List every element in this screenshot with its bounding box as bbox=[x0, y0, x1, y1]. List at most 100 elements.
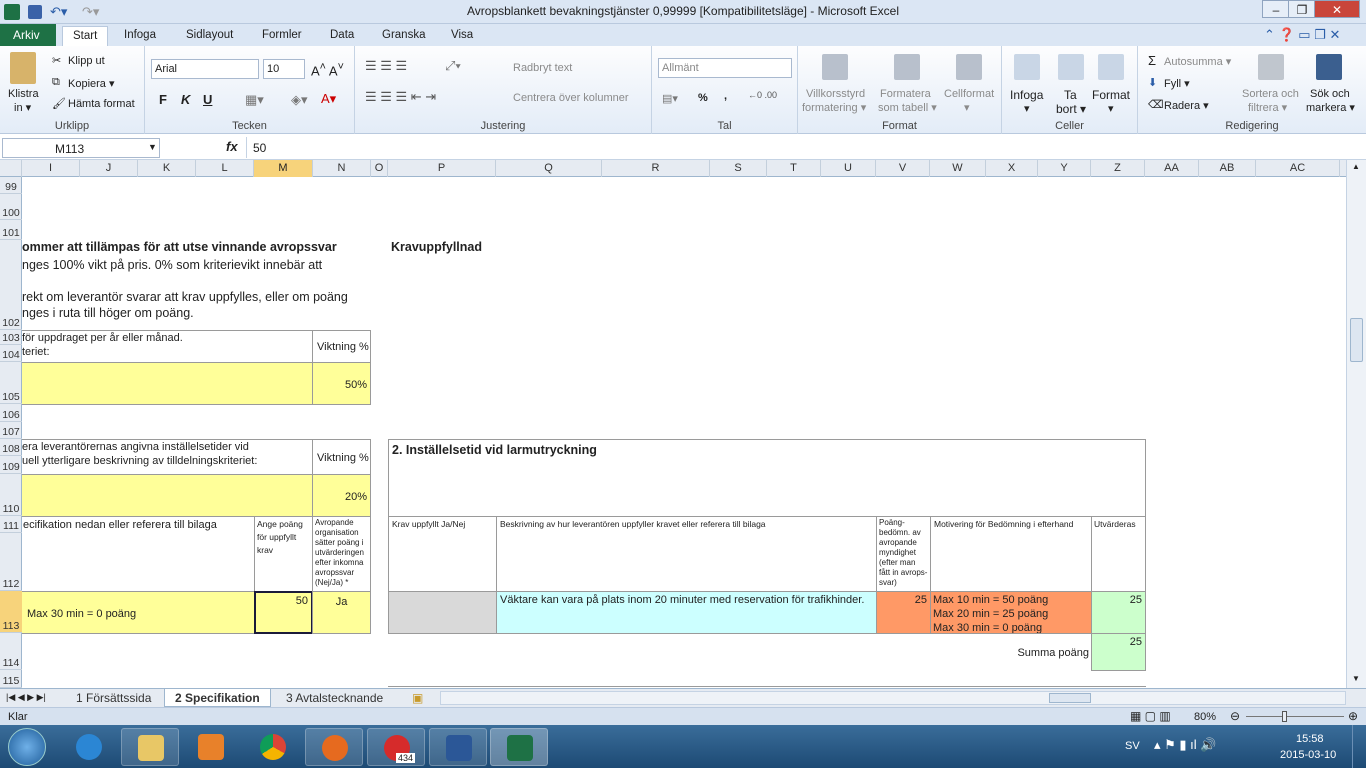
worksheet-grid[interactable]: ommer att tillämpas för att utse vinnand… bbox=[22, 177, 1346, 688]
insert-function-button[interactable]: fx bbox=[226, 139, 238, 154]
format-painter-button[interactable]: Hämta format bbox=[68, 98, 135, 110]
format-cells-button[interactable]: Format bbox=[1092, 88, 1130, 102]
column-header-AB[interactable]: AB bbox=[1199, 160, 1256, 177]
format-table-button[interactable]: Formatera bbox=[880, 88, 931, 100]
taskbar-ie[interactable] bbox=[60, 728, 118, 766]
formula-input[interactable]: 50 bbox=[246, 137, 1346, 158]
font-size-select[interactable]: 10 bbox=[263, 59, 305, 79]
cut-icon[interactable]: ✂ bbox=[52, 54, 61, 67]
cell-poang-bedomn[interactable]: Poäng-bedömn. av avropande myndighet (ef… bbox=[876, 516, 931, 592]
conditional-format-icon[interactable] bbox=[822, 54, 848, 80]
column-header-S[interactable]: S bbox=[710, 160, 767, 177]
decimal-icon[interactable]: ←0 .00 bbox=[748, 90, 777, 100]
row-header-115[interactable]: 115 bbox=[0, 670, 22, 688]
start-button[interactable] bbox=[8, 728, 46, 766]
format-painter-icon[interactable]: 🖌 bbox=[52, 97, 66, 110]
cell-styles-icon[interactable] bbox=[956, 54, 982, 80]
tab-visa[interactable]: Visa bbox=[441, 26, 483, 46]
row-header-100[interactable]: 100 bbox=[0, 194, 22, 220]
sheet-nav-icon[interactable]: |◀ ◀ ▶ ▶| bbox=[6, 692, 46, 703]
cell-styles-button[interactable]: Cellformat bbox=[944, 88, 994, 100]
row-header-103[interactable]: 103 bbox=[0, 330, 22, 345]
taskbar-media[interactable] bbox=[182, 728, 240, 766]
clock-date[interactable]: 2015-03-10 bbox=[1280, 749, 1336, 761]
cell-styles-dropdown[interactable]: ▾ bbox=[964, 101, 970, 114]
number-format-select[interactable]: Allmänt bbox=[658, 58, 792, 78]
grow-font-icon[interactable]: A˄ A˅ bbox=[311, 61, 344, 78]
delete-cells-icon[interactable] bbox=[1058, 54, 1084, 80]
row-header-105[interactable]: 105 bbox=[0, 362, 22, 404]
cell-input-2[interactable] bbox=[22, 474, 313, 517]
help-icon[interactable]: ⌃ ❓ ▭ ❐ ✕ bbox=[1264, 27, 1340, 43]
tab-infoga[interactable]: Infoga bbox=[114, 26, 166, 46]
fill-color-icon[interactable]: ◈▾ bbox=[291, 92, 308, 108]
column-header-P[interactable]: P bbox=[388, 160, 496, 177]
conditional-format-button[interactable]: Villkorsstyrd bbox=[806, 88, 865, 100]
vertical-scrollbar[interactable]: ▲ ▼ bbox=[1346, 160, 1366, 688]
copy-icon[interactable]: ⧉ bbox=[52, 76, 60, 89]
section-2-title[interactable]: 2. Inställelsetid vid larmutryckning bbox=[388, 439, 1146, 517]
cell-krav-uppfyllt[interactable]: Krav uppfyllt Ja/Nej bbox=[388, 516, 497, 592]
clear-button[interactable]: Radera ▾ bbox=[1164, 99, 1209, 112]
column-header-X[interactable]: X bbox=[986, 160, 1038, 177]
cell-m113-selected[interactable]: 50 bbox=[254, 591, 313, 634]
paste-icon[interactable] bbox=[10, 52, 36, 84]
cell-avropande-org[interactable]: Avropande organisation sätter poäng i ut… bbox=[312, 516, 371, 592]
sort-filter-button[interactable]: Sortera och bbox=[1242, 88, 1299, 100]
conditional-format-dropdown[interactable]: formatering ▾ bbox=[802, 101, 866, 114]
bold-button[interactable]: F bbox=[159, 92, 167, 107]
font-name-select[interactable]: Arial bbox=[151, 59, 259, 79]
row-header-111[interactable]: 111 bbox=[0, 516, 22, 533]
language-indicator[interactable]: SV bbox=[1125, 740, 1140, 752]
sort-filter-icon[interactable] bbox=[1258, 54, 1284, 80]
cell-heading[interactable]: ommer att tillämpas för att utse vinnand… bbox=[22, 240, 337, 254]
percent-button[interactable]: % bbox=[698, 92, 708, 104]
cell-q113[interactable]: Väktare kan vara på plats inom 20 minute… bbox=[496, 591, 877, 634]
name-box[interactable]: M113 bbox=[2, 138, 160, 158]
column-header-N[interactable]: N bbox=[313, 160, 371, 177]
taskbar-firefox[interactable] bbox=[305, 728, 363, 766]
sheet-tab-forsattssida[interactable]: 1 Försättssida bbox=[66, 689, 161, 707]
row-header-113[interactable]: 113 bbox=[0, 591, 22, 633]
clock-time[interactable]: 15:58 bbox=[1296, 733, 1324, 745]
fill-icon[interactable]: ⬇ bbox=[1148, 76, 1157, 89]
cell-text[interactable]: rekt om leverantör svarar att krav uppfy… bbox=[22, 290, 348, 304]
cell-beskrivning[interactable]: Beskrivning av hur leverantören uppfylle… bbox=[496, 516, 877, 592]
paste-button-dropdown[interactable]: in ▾ bbox=[14, 101, 31, 114]
cell-input-1[interactable] bbox=[22, 362, 313, 405]
cell-motivering[interactable]: Motivering för Bedömning i efterhand bbox=[930, 516, 1092, 592]
cell-spec-value[interactable]: Max 30 min = 0 poäng bbox=[22, 591, 255, 634]
column-header-L[interactable]: L bbox=[196, 160, 254, 177]
tab-sidlayout[interactable]: Sidlayout bbox=[176, 26, 243, 46]
row-header-107[interactable]: 107 bbox=[0, 422, 22, 439]
tab-formler[interactable]: Formler bbox=[252, 26, 312, 46]
cut-button[interactable]: Klipp ut bbox=[68, 55, 105, 67]
cell-p113[interactable] bbox=[388, 591, 497, 634]
cell-text[interactable]: nges 100% vikt på pris. 0% som kriteriev… bbox=[22, 258, 322, 272]
restore-button[interactable]: ❐ bbox=[1288, 0, 1316, 18]
horizontal-scrollbar-thumb[interactable] bbox=[1049, 693, 1091, 703]
delete-cells-button[interactable]: Ta bbox=[1064, 88, 1077, 102]
find-select-dropdown[interactable]: markera ▾ bbox=[1306, 101, 1355, 114]
format-cells-dropdown[interactable]: ▾ bbox=[1108, 102, 1114, 115]
format-table-icon[interactable] bbox=[894, 54, 920, 80]
insert-cells-dropdown[interactable]: ▾ bbox=[1024, 102, 1030, 115]
sheet-tab-specifikation[interactable]: 2 Specifikation bbox=[164, 689, 271, 707]
column-header-W[interactable]: W bbox=[930, 160, 986, 177]
column-header-O[interactable]: O bbox=[371, 160, 388, 177]
align-left-icon[interactable]: ☰ ☰ ☰ ⇤ ⇥ bbox=[365, 89, 436, 105]
insert-sheet-icon[interactable]: ▣ bbox=[412, 691, 423, 705]
row-header-101[interactable]: 101 bbox=[0, 220, 22, 240]
column-header-R[interactable]: R bbox=[602, 160, 710, 177]
tab-granska[interactable]: Granska bbox=[372, 26, 435, 46]
taskbar-mail[interactable]: 434 bbox=[367, 728, 425, 766]
tab-start[interactable]: Start bbox=[62, 26, 109, 46]
format-table-dropdown[interactable]: som tabell ▾ bbox=[878, 101, 937, 114]
tab-arkiv[interactable]: Arkiv bbox=[0, 24, 56, 46]
scroll-up-icon[interactable]: ▲ bbox=[1352, 162, 1360, 171]
taskbar-excel[interactable] bbox=[490, 728, 548, 766]
taskbar-explorer[interactable] bbox=[121, 728, 179, 766]
zoom-level[interactable]: 80% bbox=[1194, 711, 1216, 723]
insert-cells-button[interactable]: Infoga bbox=[1010, 88, 1043, 102]
currency-icon[interactable]: ▤▾ bbox=[662, 92, 678, 105]
